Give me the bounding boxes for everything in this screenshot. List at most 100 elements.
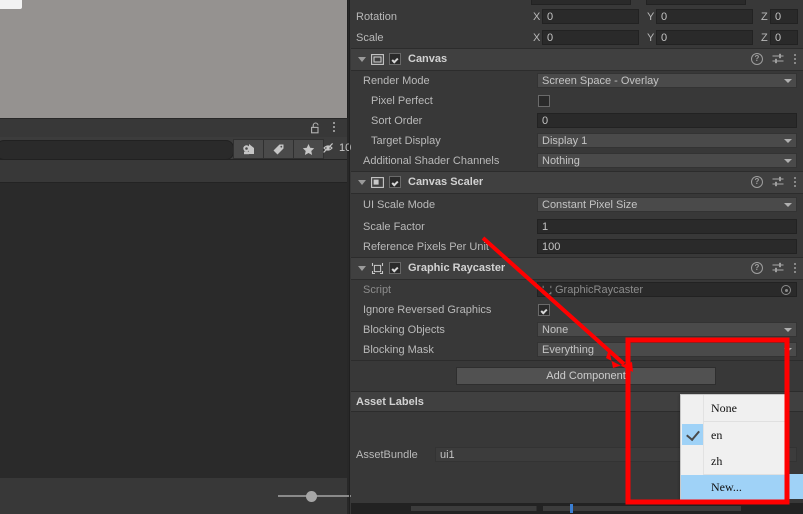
hidden-assets-badge[interactable]: 10 bbox=[323, 139, 351, 157]
foldout-triangle-icon[interactable] bbox=[358, 180, 366, 185]
menu-item-label: en bbox=[711, 427, 723, 442]
asset-bundle-label: AssetBundle bbox=[356, 449, 418, 461]
eye-off-icon bbox=[323, 142, 334, 153]
chevron-down-icon bbox=[784, 203, 792, 207]
filter-by-label-button[interactable] bbox=[263, 139, 294, 159]
kebab-menu-icon[interactable] bbox=[793, 176, 797, 188]
position-y-field-clipped[interactable] bbox=[531, 0, 631, 5]
label-tag-icon bbox=[273, 144, 284, 154]
blocking-mask-dropdown[interactable]: Everything bbox=[537, 342, 797, 357]
slider-handle[interactable] bbox=[306, 491, 317, 502]
render-mode-label: Render Mode bbox=[363, 75, 430, 87]
asset-labels-title: Asset Labels bbox=[356, 396, 424, 408]
foldout-triangle-icon[interactable] bbox=[358, 266, 366, 271]
menu-item-new[interactable]: New... bbox=[681, 475, 786, 500]
canvas-scaler-icon bbox=[371, 176, 384, 189]
help-icon[interactable]: ? bbox=[751, 262, 763, 274]
field-row-render-mode: Render Mode Screen Space - Overlay bbox=[351, 71, 803, 91]
axis-z-label: Z bbox=[761, 32, 768, 44]
ui-scale-mode-dropdown[interactable]: Constant Pixel Size bbox=[537, 197, 797, 212]
canvas-scaler-enabled-checkbox[interactable] bbox=[389, 176, 401, 188]
graphic-raycaster-enabled-checkbox[interactable] bbox=[389, 262, 401, 274]
asset-bundle-dropdown-menu[interactable]: None en zh New... bbox=[680, 394, 787, 502]
rotation-z-field[interactable]: 0 bbox=[770, 9, 798, 24]
graphic-raycaster-icon bbox=[371, 262, 384, 275]
axis-z-label: Z bbox=[761, 11, 768, 23]
field-row-ignore-reversed: Ignore Reversed Graphics bbox=[351, 300, 803, 320]
menu-item-zh[interactable]: zh bbox=[681, 448, 786, 474]
add-component-area: Add Component bbox=[351, 360, 803, 391]
ignore-reversed-checkbox[interactable] bbox=[538, 304, 550, 316]
scale-x-field[interactable]: 0 bbox=[542, 30, 639, 45]
scale-factor-field[interactable]: 1 bbox=[537, 219, 797, 234]
component-header-canvas-scaler[interactable]: Canvas Scaler ? bbox=[351, 171, 803, 194]
menu-item-en[interactable]: en bbox=[681, 422, 786, 448]
rotation-y-field[interactable]: 0 bbox=[656, 9, 753, 24]
component-header-canvas[interactable]: Canvas ? bbox=[351, 48, 803, 71]
blocking-objects-value: None bbox=[542, 323, 569, 336]
field-row-blocking-objects: Blocking Objects None bbox=[351, 320, 803, 340]
kebab-menu-icon[interactable] bbox=[793, 53, 797, 65]
thumbnail-zoom-slider[interactable] bbox=[278, 491, 353, 502]
status-bar-marker bbox=[570, 504, 573, 513]
status-bar[interactable] bbox=[351, 503, 803, 514]
field-row-blocking-mask: Blocking Mask Everything bbox=[351, 340, 803, 360]
sort-order-field[interactable]: 0 bbox=[537, 113, 797, 128]
filter-by-type-button[interactable] bbox=[233, 139, 264, 159]
script-value: GraphicRaycaster bbox=[555, 283, 644, 296]
target-display-value: Display 1 bbox=[542, 134, 588, 147]
axis-x-label: X bbox=[533, 32, 541, 44]
rotation-label: Rotation bbox=[356, 11, 397, 23]
add-component-button[interactable]: Add Component bbox=[456, 367, 716, 385]
scale-y-field[interactable]: 0 bbox=[656, 30, 753, 45]
render-mode-dropdown[interactable]: Screen Space - Overlay bbox=[537, 73, 797, 88]
reference-ppu-label: Reference Pixels Per Unit bbox=[363, 241, 489, 253]
render-mode-value: Screen Space - Overlay bbox=[542, 74, 659, 87]
target-display-dropdown[interactable]: Display 1 bbox=[537, 133, 797, 148]
project-asset-list[interactable] bbox=[0, 160, 347, 479]
asset-preview-area bbox=[0, 0, 348, 118]
panel-divider bbox=[349, 0, 350, 514]
reference-ppu-field[interactable]: 100 bbox=[537, 239, 797, 254]
search-input[interactable] bbox=[0, 140, 234, 160]
blocking-objects-dropdown[interactable]: None bbox=[537, 322, 797, 337]
canvas-enabled-checkbox[interactable] bbox=[389, 53, 401, 65]
pixel-perfect-checkbox[interactable] bbox=[538, 95, 550, 107]
blocking-mask-value: Everything bbox=[542, 343, 594, 356]
component-header-icons: ? bbox=[751, 53, 797, 65]
lock-open-icon[interactable] bbox=[311, 122, 321, 134]
shader-channels-dropdown[interactable]: Nothing bbox=[537, 153, 797, 168]
menu-item-label: zh bbox=[711, 453, 723, 468]
scale-z-field[interactable]: 0 bbox=[770, 30, 798, 45]
script-label: Script bbox=[363, 284, 392, 296]
position-z-field-clipped[interactable] bbox=[646, 0, 746, 5]
rotation-x-field[interactable]: 0 bbox=[542, 9, 639, 24]
ignore-reversed-label: Ignore Reversed Graphics bbox=[363, 304, 492, 316]
preview-sprite-thumbnail bbox=[0, 0, 22, 9]
chevron-down-icon bbox=[784, 139, 792, 143]
project-panel: 10 bbox=[0, 0, 353, 514]
field-row-scale-factor: Scale Factor 1 bbox=[351, 217, 803, 237]
menu-item-label: New... bbox=[711, 480, 742, 494]
preset-settings-icon[interactable] bbox=[772, 53, 784, 65]
kebab-menu-icon[interactable] bbox=[793, 262, 797, 274]
help-icon[interactable]: ? bbox=[751, 53, 763, 65]
ui-scale-mode-label: UI Scale Mode bbox=[363, 199, 436, 211]
object-picker-icon[interactable] bbox=[781, 285, 791, 295]
ui-scale-mode-value: Constant Pixel Size bbox=[542, 198, 638, 211]
panel-menu-icon[interactable] bbox=[329, 122, 339, 134]
component-header-graphic-raycaster[interactable]: Graphic Raycaster ? bbox=[351, 257, 803, 280]
chevron-down-icon bbox=[784, 159, 792, 163]
panel-toolbar bbox=[0, 119, 347, 138]
preset-settings-icon[interactable] bbox=[772, 176, 784, 188]
foldout-triangle-icon[interactable] bbox=[358, 57, 366, 62]
preset-settings-icon[interactable] bbox=[772, 262, 784, 274]
chevron-down-icon bbox=[784, 328, 792, 332]
chevron-down-icon bbox=[784, 79, 792, 83]
scale-factor-label: Scale Factor bbox=[363, 221, 425, 233]
help-icon[interactable]: ? bbox=[751, 176, 763, 188]
axis-y-label: Y bbox=[647, 11, 655, 23]
favorites-button[interactable] bbox=[293, 139, 324, 159]
menu-item-none[interactable]: None bbox=[681, 395, 786, 421]
shader-channels-label: Additional Shader Channels bbox=[363, 155, 500, 167]
